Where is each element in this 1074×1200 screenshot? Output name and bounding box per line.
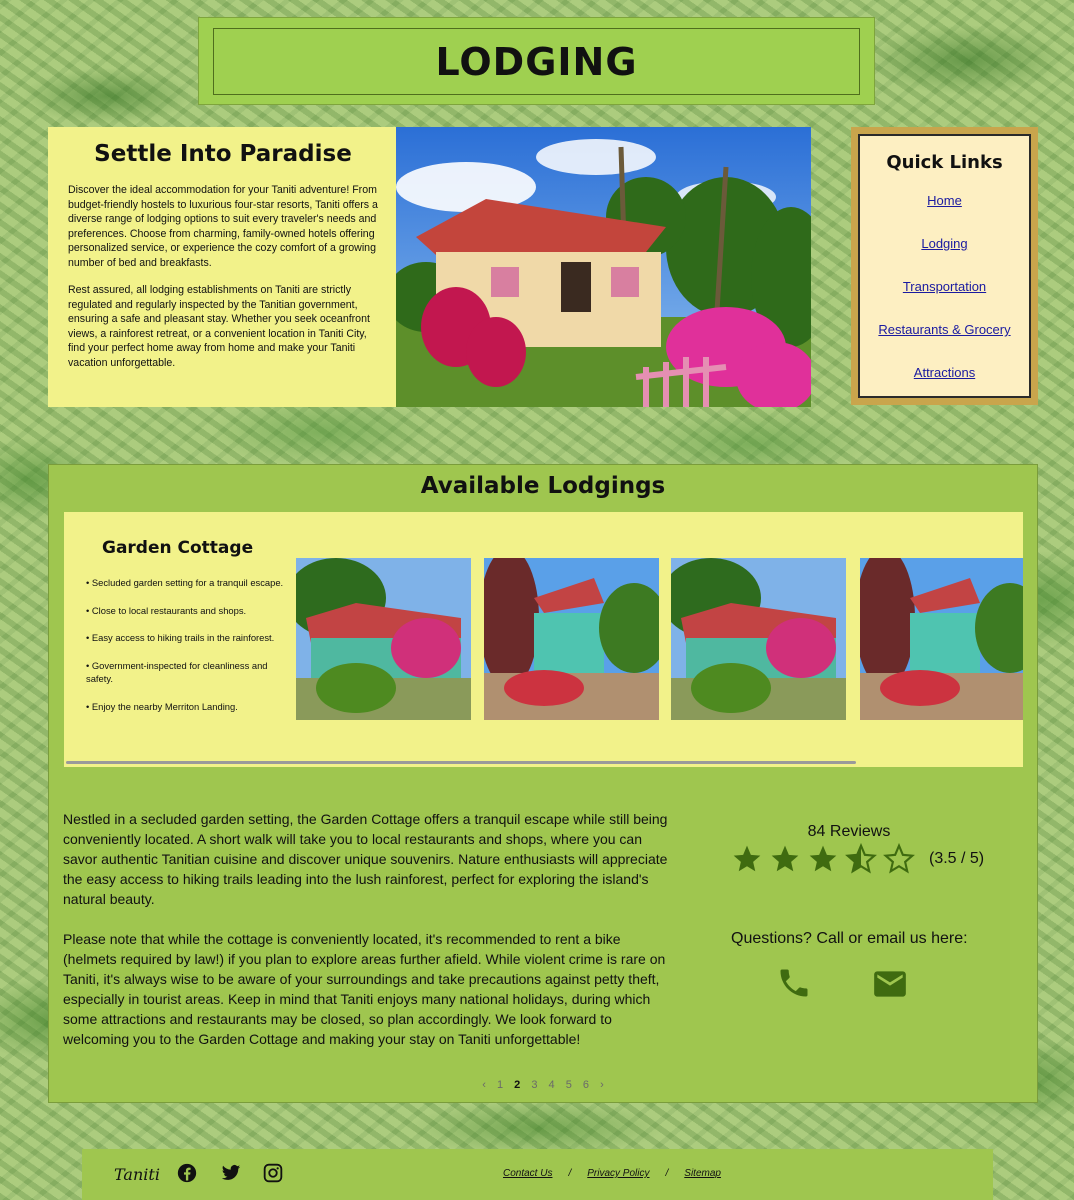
lodging-card: Garden Cottage • Secluded garden setting… (64, 512, 1023, 767)
star-empty-icon (883, 843, 915, 874)
lodging-description: Nestled in a secluded garden setting, th… (63, 809, 673, 1069)
intro-paragraph-2: Rest assured, all lodging establishments… (68, 284, 370, 369)
lodging-features: • Secluded garden setting for a tranquil… (86, 576, 286, 727)
quick-link-restaurants-grocery[interactable]: Restaurants & Grocery (860, 322, 1029, 337)
intro-heading: Settle Into Paradise (94, 141, 352, 167)
description-paragraph-1: Nestled in a secluded garden setting, th… (63, 811, 668, 907)
feature-item: • Close to local restaurants and shops. (86, 604, 247, 616)
available-lodgings-heading: Available Lodgings (420, 473, 666, 499)
pager-page-6[interactable]: 6 (583, 1079, 589, 1091)
gallery-photo-1[interactable] (296, 558, 471, 720)
footer: Taniti Contact Us / Privacy Policy / Sitemap (82, 1149, 993, 1200)
gallery-photo-3[interactable] (671, 558, 846, 720)
star-full-icon (809, 845, 837, 872)
star-rating: (3.5 / 5) (731, 843, 984, 875)
feature-item: • Easy access to hiking trails in the ra… (86, 632, 275, 643)
pager-prev-icon[interactable]: ‹ (482, 1079, 486, 1091)
pager-page-2[interactable]: 2 (514, 1079, 520, 1091)
page-header: LODGING (198, 17, 875, 105)
feature-item: • Enjoy the nearby Merriton Landing. (86, 700, 238, 712)
review-count: 84 Reviews (807, 823, 891, 840)
pagination: ‹ 1 2 3 4 5 6 › (49, 1079, 1037, 1091)
star-full-icon (771, 845, 799, 872)
pager-page-5[interactable]: 5 (566, 1079, 572, 1091)
intro-paragraph-1: Discover the ideal accommodation for you… (68, 184, 378, 269)
star-full-icon (733, 845, 761, 872)
gallery-scrollbar[interactable] (66, 761, 856, 764)
gallery-photo-2[interactable] (484, 558, 659, 720)
rating-text: (3.5 / 5) (929, 850, 985, 867)
footer-links: Contact Us / Privacy Policy / Sitemap (503, 1168, 721, 1179)
footer-separator: / (665, 1168, 669, 1179)
facebook-icon[interactable] (177, 1163, 197, 1188)
description-paragraph-2: Please note that while the cottage is co… (63, 931, 666, 1047)
quick-links-heading: Quick Links (886, 152, 1003, 173)
footer-link-privacy[interactable]: Privacy Policy (587, 1168, 649, 1179)
phone-icon[interactable] (776, 965, 812, 1006)
quick-link-lodging[interactable]: Lodging (860, 236, 1029, 251)
pager-page-1[interactable]: 1 (497, 1079, 503, 1091)
pager-page-4[interactable]: 4 (549, 1079, 555, 1091)
available-lodgings-section: Available Lodgings Garden Cottage • Secl… (48, 464, 1038, 1103)
page-title: LODGING (435, 39, 638, 84)
footer-link-contact[interactable]: Contact Us (503, 1168, 552, 1179)
quick-links-panel: Quick Links Home Lodging Transportation … (851, 127, 1038, 405)
footer-link-sitemap[interactable]: Sitemap (684, 1168, 721, 1179)
quick-links-inner: Quick Links Home Lodging Transportation … (858, 134, 1031, 398)
pager-page-3[interactable]: 3 (531, 1079, 537, 1091)
intro-panel: Settle Into Paradise Discover the ideal … (48, 127, 396, 407)
quick-link-attractions[interactable]: Attractions (860, 365, 1029, 380)
footer-separator: / (568, 1168, 572, 1179)
feature-item: • Government-inspected for cleanliness a… (86, 659, 268, 685)
hero-cottage-image (396, 127, 811, 407)
twitter-icon[interactable] (220, 1163, 242, 1188)
pager-next-icon[interactable]: › (600, 1079, 604, 1091)
lodging-name: Garden Cottage (102, 538, 254, 558)
footer-brand-logo[interactable]: Taniti (114, 1165, 160, 1184)
page-title-frame: LODGING (213, 28, 860, 95)
quick-link-home[interactable]: Home (860, 193, 1029, 208)
feature-item: • Secluded garden setting for a tranquil… (86, 577, 284, 588)
gallery-photo-4[interactable] (860, 558, 1023, 720)
star-half-icon (845, 843, 877, 874)
instagram-icon[interactable] (263, 1163, 283, 1188)
email-icon[interactable] (871, 965, 909, 1008)
contact-prompt: Questions? Call or email us here: (731, 930, 968, 947)
quick-link-transportation[interactable]: Transportation (860, 279, 1029, 294)
